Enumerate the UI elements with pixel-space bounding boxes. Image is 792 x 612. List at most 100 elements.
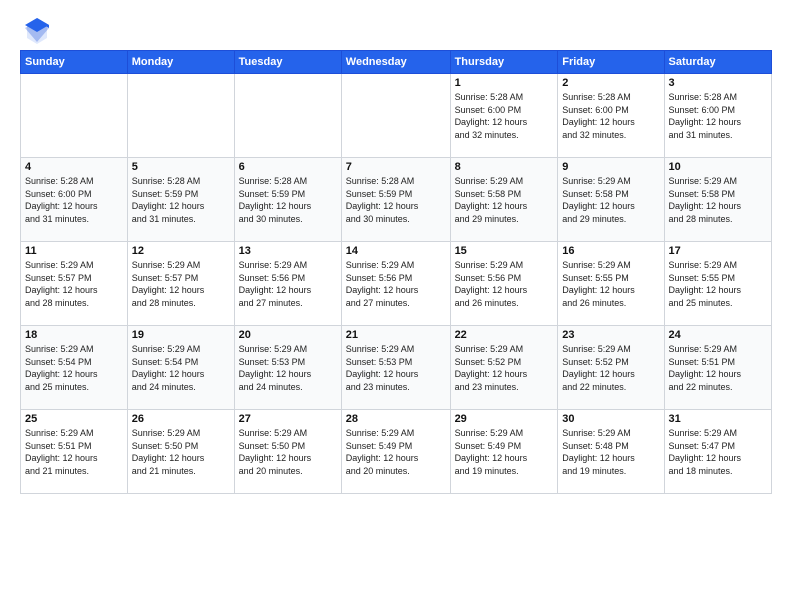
day-info: Sunrise: 5:29 AM Sunset: 5:53 PM Dayligh… (239, 343, 337, 393)
day-number: 28 (346, 413, 446, 425)
day-number: 4 (25, 161, 123, 173)
calendar-cell: 30 Sunrise: 5:29 AM Sunset: 5:48 PM Dayli… (558, 410, 664, 494)
day-number: 5 (132, 161, 230, 173)
calendar-cell: 6 Sunrise: 5:28 AM Sunset: 5:59 PM Daylig… (234, 158, 341, 242)
day-info: Sunrise: 5:29 AM Sunset: 5:55 PM Dayligh… (669, 259, 767, 309)
weekday-header-thursday: Thursday (450, 51, 558, 74)
calendar-cell: 23 Sunrise: 5:29 AM Sunset: 5:52 PM Dayli… (558, 326, 664, 410)
day-info: Sunrise: 5:28 AM Sunset: 5:59 PM Dayligh… (346, 175, 446, 225)
calendar-cell: 7 Sunrise: 5:28 AM Sunset: 5:59 PM Daylig… (341, 158, 450, 242)
weekday-header-row: SundayMondayTuesdayWednesdayThursdayFrid… (21, 51, 772, 74)
calendar-cell (21, 74, 128, 158)
day-info: Sunrise: 5:29 AM Sunset: 5:56 PM Dayligh… (239, 259, 337, 309)
day-info: Sunrise: 5:29 AM Sunset: 5:57 PM Dayligh… (25, 259, 123, 309)
day-number: 30 (562, 413, 659, 425)
calendar-cell: 14 Sunrise: 5:29 AM Sunset: 5:56 PM Dayli… (341, 242, 450, 326)
day-number: 26 (132, 413, 230, 425)
day-number: 7 (346, 161, 446, 173)
calendar-cell: 22 Sunrise: 5:29 AM Sunset: 5:52 PM Dayli… (450, 326, 558, 410)
weekday-header-saturday: Saturday (664, 51, 771, 74)
day-number: 20 (239, 329, 337, 341)
day-info: Sunrise: 5:29 AM Sunset: 5:51 PM Dayligh… (25, 427, 123, 477)
day-number: 14 (346, 245, 446, 257)
day-number: 10 (669, 161, 767, 173)
logo (20, 16, 51, 40)
day-number: 31 (669, 413, 767, 425)
day-info: Sunrise: 5:29 AM Sunset: 5:50 PM Dayligh… (132, 427, 230, 477)
day-number: 1 (455, 77, 554, 89)
calendar-cell: 25 Sunrise: 5:29 AM Sunset: 5:51 PM Dayli… (21, 410, 128, 494)
calendar-cell: 12Sunrise: 5:29 AM Sunset: 5:57 PM Dayli… (127, 242, 234, 326)
day-number: 22 (455, 329, 554, 341)
week-row-5: 25 Sunrise: 5:29 AM Sunset: 5:51 PM Dayli… (21, 410, 772, 494)
day-info: Sunrise: 5:28 AM Sunset: 6:00 PM Dayligh… (25, 175, 123, 225)
day-number: 3 (669, 77, 767, 89)
day-number: 17 (669, 245, 767, 257)
calendar-cell: 17 Sunrise: 5:29 AM Sunset: 5:55 PM Dayli… (664, 242, 771, 326)
day-number: 29 (455, 413, 554, 425)
day-info: Sunrise: 5:29 AM Sunset: 5:58 PM Dayligh… (562, 175, 659, 225)
day-info: Sunrise: 5:29 AM Sunset: 5:55 PM Dayligh… (562, 259, 659, 309)
calendar-cell: 18 Sunrise: 5:29 AM Sunset: 5:54 PM Dayli… (21, 326, 128, 410)
calendar-cell: 28 Sunrise: 5:29 AM Sunset: 5:49 PM Dayli… (341, 410, 450, 494)
weekday-header-sunday: Sunday (21, 51, 128, 74)
calendar-cell (127, 74, 234, 158)
day-info: Sunrise: 5:28 AM Sunset: 6:00 PM Dayligh… (455, 91, 554, 141)
calendar-cell: 27 Sunrise: 5:29 AM Sunset: 5:50 PM Dayli… (234, 410, 341, 494)
calendar-cell: 29 Sunrise: 5:29 AM Sunset: 5:49 PM Dayli… (450, 410, 558, 494)
day-info: Sunrise: 5:29 AM Sunset: 5:51 PM Dayligh… (669, 343, 767, 393)
day-number: 18 (25, 329, 123, 341)
day-number: 24 (669, 329, 767, 341)
day-info: Sunrise: 5:29 AM Sunset: 5:52 PM Dayligh… (562, 343, 659, 393)
weekday-header-monday: Monday (127, 51, 234, 74)
weekday-header-friday: Friday (558, 51, 664, 74)
logo-icon (23, 16, 51, 44)
day-number: 6 (239, 161, 337, 173)
week-row-3: 11Sunrise: 5:29 AM Sunset: 5:57 PM Dayli… (21, 242, 772, 326)
day-info: Sunrise: 5:29 AM Sunset: 5:56 PM Dayligh… (455, 259, 554, 309)
weekday-header-wednesday: Wednesday (341, 51, 450, 74)
day-info: Sunrise: 5:28 AM Sunset: 5:59 PM Dayligh… (132, 175, 230, 225)
day-info: Sunrise: 5:29 AM Sunset: 5:56 PM Dayligh… (346, 259, 446, 309)
day-info: Sunrise: 5:28 AM Sunset: 6:00 PM Dayligh… (562, 91, 659, 141)
day-info: Sunrise: 5:29 AM Sunset: 5:48 PM Dayligh… (562, 427, 659, 477)
day-info: Sunrise: 5:29 AM Sunset: 5:58 PM Dayligh… (669, 175, 767, 225)
calendar-cell: 8 Sunrise: 5:29 AM Sunset: 5:58 PM Daylig… (450, 158, 558, 242)
calendar-cell: 4 Sunrise: 5:28 AM Sunset: 6:00 PM Daylig… (21, 158, 128, 242)
day-info: Sunrise: 5:28 AM Sunset: 6:00 PM Dayligh… (669, 91, 767, 141)
day-number: 15 (455, 245, 554, 257)
day-number: 12 (132, 245, 230, 257)
day-number: 23 (562, 329, 659, 341)
day-info: Sunrise: 5:29 AM Sunset: 5:52 PM Dayligh… (455, 343, 554, 393)
day-number: 25 (25, 413, 123, 425)
week-row-2: 4 Sunrise: 5:28 AM Sunset: 6:00 PM Daylig… (21, 158, 772, 242)
calendar-cell (234, 74, 341, 158)
day-info: Sunrise: 5:29 AM Sunset: 5:50 PM Dayligh… (239, 427, 337, 477)
calendar-cell: 20 Sunrise: 5:29 AM Sunset: 5:53 PM Dayli… (234, 326, 341, 410)
calendar-cell: 2 Sunrise: 5:28 AM Sunset: 6:00 PM Daylig… (558, 74, 664, 158)
calendar-cell: 9 Sunrise: 5:29 AM Sunset: 5:58 PM Daylig… (558, 158, 664, 242)
calendar-cell (341, 74, 450, 158)
day-info: Sunrise: 5:28 AM Sunset: 5:59 PM Dayligh… (239, 175, 337, 225)
calendar-cell: 31 Sunrise: 5:29 AM Sunset: 5:47 PM Dayli… (664, 410, 771, 494)
day-number: 13 (239, 245, 337, 257)
day-number: 27 (239, 413, 337, 425)
calendar-cell: 10 Sunrise: 5:29 AM Sunset: 5:58 PM Dayli… (664, 158, 771, 242)
day-info: Sunrise: 5:29 AM Sunset: 5:47 PM Dayligh… (669, 427, 767, 477)
day-number: 9 (562, 161, 659, 173)
page-header (20, 16, 772, 40)
day-number: 2 (562, 77, 659, 89)
calendar-cell: 3 Sunrise: 5:28 AM Sunset: 6:00 PM Daylig… (664, 74, 771, 158)
day-info: Sunrise: 5:29 AM Sunset: 5:49 PM Dayligh… (455, 427, 554, 477)
calendar-cell: 13 Sunrise: 5:29 AM Sunset: 5:56 PM Dayli… (234, 242, 341, 326)
calendar-cell: 16 Sunrise: 5:29 AM Sunset: 5:55 PM Dayli… (558, 242, 664, 326)
calendar: SundayMondayTuesdayWednesdayThursdayFrid… (20, 50, 772, 494)
day-info: Sunrise: 5:29 AM Sunset: 5:58 PM Dayligh… (455, 175, 554, 225)
day-number: 16 (562, 245, 659, 257)
day-number: 8 (455, 161, 554, 173)
calendar-cell: 15 Sunrise: 5:29 AM Sunset: 5:56 PM Dayli… (450, 242, 558, 326)
day-info: Sunrise: 5:29 AM Sunset: 5:54 PM Dayligh… (25, 343, 123, 393)
day-info: Sunrise: 5:29 AM Sunset: 5:49 PM Dayligh… (346, 427, 446, 477)
weekday-header-tuesday: Tuesday (234, 51, 341, 74)
day-info: Sunrise: 5:29 AM Sunset: 5:53 PM Dayligh… (346, 343, 446, 393)
